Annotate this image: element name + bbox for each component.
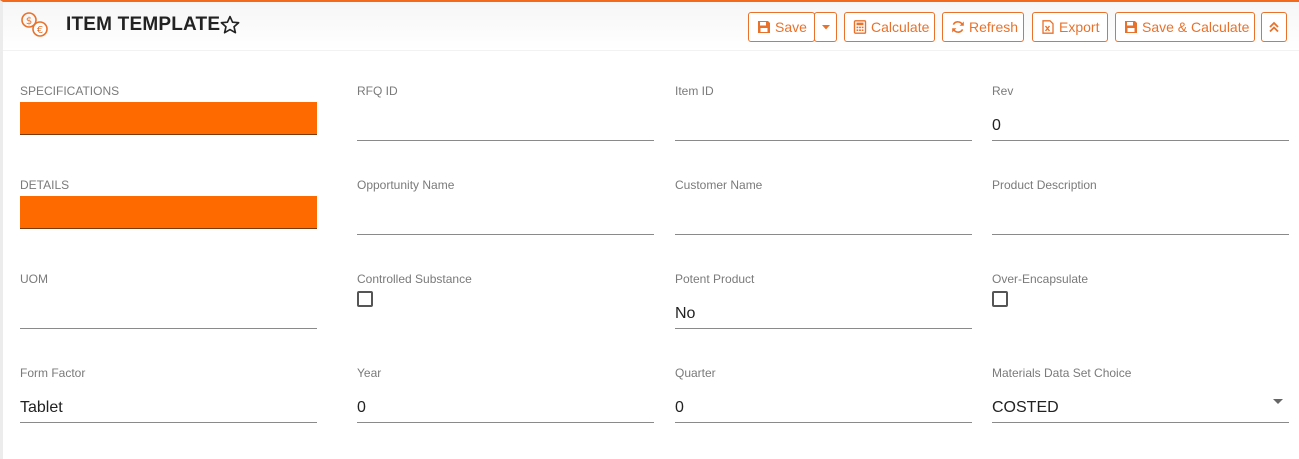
save-options-dropdown-button[interactable]: [814, 12, 837, 42]
materials-data-set-choice-underline: [992, 422, 1289, 423]
collapse-header-button[interactable]: [1261, 12, 1287, 42]
product-description-underline: [992, 234, 1289, 235]
specifications-section: SPECIFICATIONS: [20, 84, 317, 144]
page-title: ITEM TEMPLATE: [66, 14, 221, 35]
potent-product-input[interactable]: No: [675, 305, 695, 323]
year-field: Year 0: [357, 366, 654, 426]
details-section: DETAILS: [20, 178, 317, 238]
star-outline-icon[interactable]: [219, 14, 241, 36]
customer-name-label: Customer Name: [675, 178, 763, 192]
form-factor-label: Form Factor: [20, 366, 86, 380]
customer-name-field: Customer Name: [675, 178, 972, 238]
floppy-disk-icon: [1125, 21, 1137, 33]
quarter-field: Quarter 0: [675, 366, 972, 426]
rev-label: Rev: [992, 84, 1014, 98]
product-description-field: Product Description: [992, 178, 1289, 238]
specifications-color-bar[interactable]: [20, 102, 317, 135]
rfq-id-label: RFQ ID: [357, 84, 398, 98]
potent-product-underline: [675, 328, 972, 329]
customer-name-underline: [675, 234, 972, 235]
materials-data-set-choice-select[interactable]: COSTED: [992, 399, 1059, 417]
details-label: DETAILS: [20, 178, 70, 192]
item-id-label: Item ID: [675, 84, 714, 98]
controlled-substance-label: Controlled Substance: [357, 272, 472, 286]
item-id-field: Item ID: [675, 84, 972, 144]
over-encapsulate-label: Over-Encapsulate: [992, 272, 1089, 286]
over-encapsulate-field: Over-Encapsulate: [992, 272, 1289, 332]
specifications-label: SPECIFICATIONS: [20, 84, 120, 98]
materials-data-set-choice-field: Materials Data Set Choice COSTED: [992, 366, 1289, 426]
save-and-calculate-button-label: Save & Calculate: [1142, 19, 1250, 35]
uom-label: UOM: [20, 272, 48, 286]
quarter-input[interactable]: 0: [675, 399, 684, 417]
opportunity-name-underline: [357, 234, 654, 235]
rev-underline: [992, 140, 1289, 141]
save-button-label: Save: [775, 19, 807, 35]
product-description-label: Product Description: [992, 178, 1097, 192]
refresh-button-label: Refresh: [969, 19, 1019, 35]
dropdown-arrow-icon[interactable]: [1273, 399, 1283, 404]
currency-exchange-icon: $ €: [21, 12, 48, 37]
rfq-id-underline: [357, 140, 654, 141]
svg-text:€: €: [37, 25, 43, 36]
excel-file-icon: [1042, 20, 1054, 34]
year-underline: [357, 422, 654, 423]
materials-data-set-choice-label: Materials Data Set Choice: [992, 366, 1132, 380]
potent-product-label: Potent Product: [675, 272, 755, 286]
refresh-icon: [952, 21, 964, 33]
quarter-label: Quarter: [675, 366, 716, 380]
export-button-label: Export: [1059, 19, 1100, 35]
opportunity-name-field: Opportunity Name: [357, 178, 654, 238]
rfq-id-field: RFQ ID: [357, 84, 654, 144]
form-factor-underline: [20, 422, 317, 423]
item-id-underline: [675, 140, 972, 141]
double-chevron-up-icon: [1269, 21, 1279, 33]
page-header: $ € ITEM TEMPLATE Save Calculate Refresh…: [3, 2, 1299, 51]
uom-underline: [20, 328, 317, 329]
uom-field: UOM: [20, 272, 317, 332]
year-input[interactable]: 0: [357, 399, 366, 417]
refresh-button[interactable]: Refresh: [942, 12, 1024, 42]
caret-down-icon: [821, 25, 830, 30]
svg-text:$: $: [26, 16, 32, 27]
quarter-underline: [675, 422, 972, 423]
controlled-substance-checkbox[interactable]: [357, 291, 373, 307]
potent-product-field: Potent Product No: [675, 272, 972, 332]
controlled-substance-field: Controlled Substance: [357, 272, 654, 332]
calculator-icon: [853, 20, 867, 34]
floppy-disk-icon: [758, 21, 770, 33]
over-encapsulate-checkbox[interactable]: [992, 291, 1008, 307]
form-factor-field: Form Factor Tablet: [20, 366, 317, 426]
opportunity-name-label: Opportunity Name: [357, 178, 455, 192]
export-button[interactable]: Export: [1032, 12, 1108, 42]
save-button[interactable]: Save: [748, 12, 815, 42]
calculate-button[interactable]: Calculate: [844, 12, 935, 42]
rev-field: Rev 0: [992, 84, 1289, 144]
form-factor-input[interactable]: Tablet: [20, 399, 63, 417]
save-and-calculate-button[interactable]: Save & Calculate: [1115, 12, 1255, 42]
details-color-bar[interactable]: [20, 196, 317, 229]
year-label: Year: [357, 366, 382, 380]
calculate-button-label: Calculate: [871, 19, 930, 35]
rev-input[interactable]: 0: [992, 117, 1001, 135]
